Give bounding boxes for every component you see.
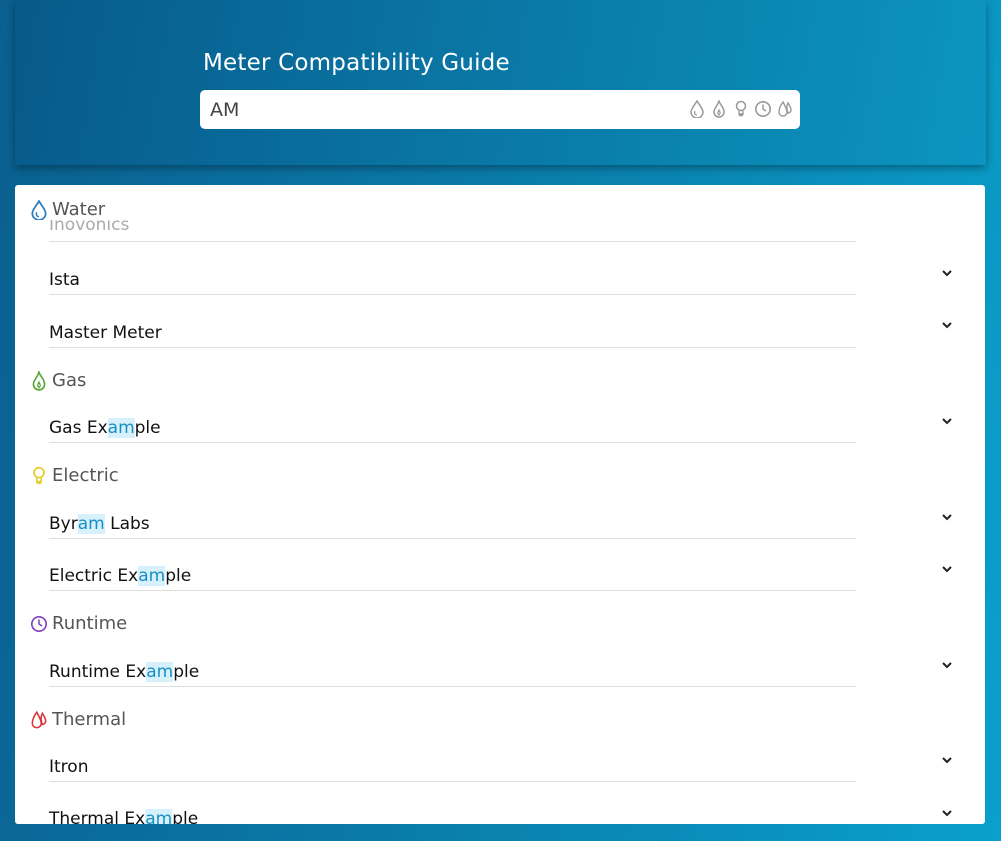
list-item-electric-example[interactable]: Electric Example — [49, 539, 856, 591]
list-item-ista[interactable]: Ista — [49, 242, 856, 295]
list-item-runtime-example[interactable]: Runtime Example — [49, 635, 856, 687]
category-name: Gas — [52, 370, 87, 391]
page-title: Meter Compatibility Guide — [203, 50, 510, 76]
chevron-down-icon[interactable] — [940, 414, 954, 428]
chevron-down-icon[interactable] — [940, 806, 954, 820]
category-header-runtime: Runtime — [30, 613, 127, 634]
chevron-down-icon[interactable] — [940, 266, 954, 280]
item-label: Runtime Example — [49, 662, 200, 682]
thermal-filter-icon[interactable] — [776, 99, 794, 119]
water-filter-icon[interactable] — [688, 99, 706, 119]
item-label: Gas Example — [49, 418, 161, 438]
category-name: Water — [52, 199, 106, 220]
category-header-electric: Electric — [30, 465, 119, 486]
list-item-master-meter[interactable]: Master Meter — [49, 295, 856, 348]
results-panel: Water Inovonics Ista Master Meter Gas Ga… — [15, 185, 985, 824]
item-label: Master Meter — [49, 323, 162, 343]
thermal-icon — [31, 710, 47, 729]
category-name: Runtime — [52, 613, 128, 634]
list-item-thermal-example[interactable]: Thermal Example — [49, 782, 856, 824]
category-name: Thermal — [52, 709, 127, 730]
water-icon — [31, 199, 47, 220]
search-input[interactable] — [200, 90, 670, 129]
runtime-icon — [31, 615, 47, 632]
list-item-gas-example[interactable]: Gas Example — [49, 391, 856, 443]
chevron-down-icon[interactable] — [940, 658, 954, 672]
chevron-down-icon[interactable] — [940, 318, 954, 332]
chevron-down-icon[interactable] — [940, 510, 954, 524]
electric-icon — [33, 466, 45, 484]
page-header: Meter Compatibility Guide — [15, 0, 986, 165]
category-header-water: Water — [30, 199, 930, 220]
gas-filter-icon[interactable] — [710, 99, 728, 119]
item-label: Ista — [49, 270, 80, 290]
chevron-down-icon[interactable] — [940, 753, 954, 767]
item-label: Electric Example — [49, 566, 192, 586]
gas-icon — [32, 370, 46, 391]
item-label: Byram Labs — [49, 514, 150, 534]
item-label: Itron — [49, 757, 89, 777]
electric-filter-icon[interactable] — [732, 99, 750, 119]
category-header-gas: Gas — [30, 370, 86, 391]
search-box — [200, 90, 800, 129]
category-filters — [688, 99, 794, 119]
category-header-thermal: Thermal — [30, 709, 126, 730]
item-label: Thermal Example — [49, 809, 198, 824]
list-item-itron[interactable]: Itron — [49, 730, 856, 782]
chevron-down-icon[interactable] — [940, 562, 954, 576]
runtime-filter-icon[interactable] — [754, 99, 772, 119]
category-name: Electric — [52, 465, 119, 486]
list-item-byram-labs[interactable]: Byram Labs — [49, 487, 856, 539]
